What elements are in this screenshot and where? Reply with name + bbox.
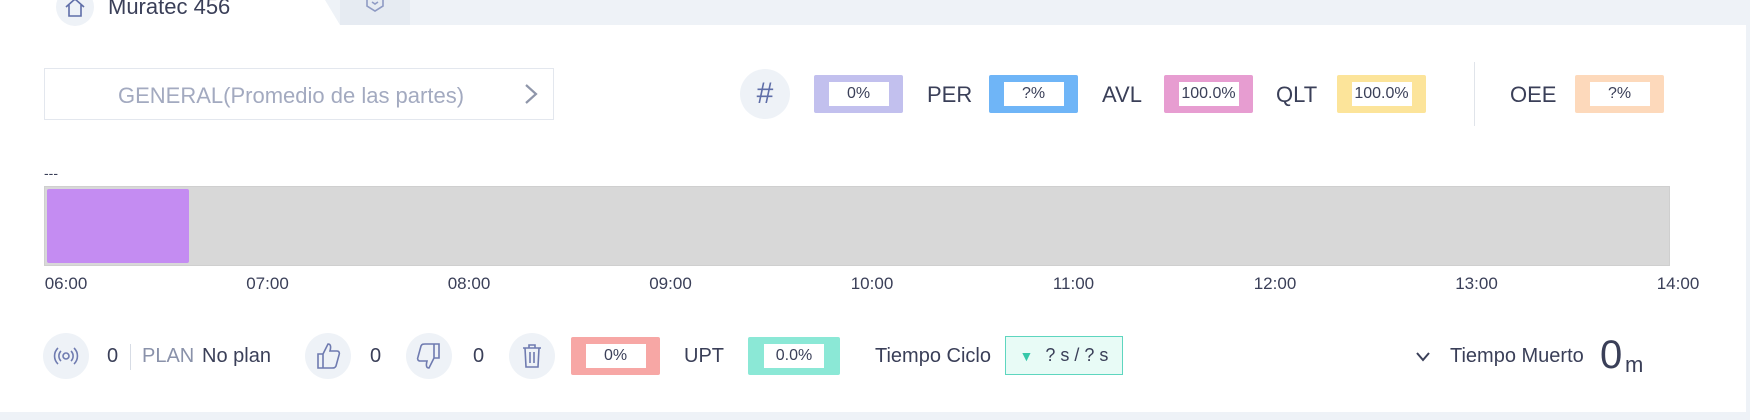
tab-machine-label: Muratec 456: [108, 0, 231, 19]
timeline-bar[interactable]: [44, 186, 1670, 266]
timeline-tick-label: 09:00: [649, 274, 692, 293]
timeline-segment[interactable]: [47, 189, 189, 263]
upt-kpi-value: 0.0%: [764, 344, 824, 368]
bad-count: 0: [473, 345, 485, 367]
hexagon-icon: [366, 0, 384, 12]
timeline-tick-label: 07:00: [246, 274, 289, 293]
dead-time-value: 0: [1600, 333, 1623, 377]
triangle-down-icon: ▼: [1019, 347, 1034, 364]
oee-kpi-box: ?%: [1575, 75, 1664, 113]
avl-kpi-box: 100.0%: [1164, 75, 1253, 113]
upt-kpi-box: 0.0%: [748, 337, 840, 375]
timeline-tick-label: 11:00: [1052, 274, 1095, 293]
per-kpi-value: ?%: [1003, 82, 1064, 106]
oee-kpi-value: ?%: [1589, 82, 1650, 106]
bottom-strip: [0, 412, 1750, 420]
count-kpi-box: 0%: [814, 75, 903, 113]
cycle-time-box[interactable]: ▼ ? s / ? s: [1005, 336, 1123, 375]
good-count: 0: [370, 345, 382, 367]
dead-time-unit: m: [1625, 352, 1644, 377]
timeline-tick-label: 12:00: [1253, 274, 1297, 293]
part-selector[interactable]: GENERAL(Promedio de las partes): [44, 68, 554, 120]
timeline-label: ---: [44, 165, 58, 181]
timeline-tick-label: 08:00: [447, 274, 491, 293]
timeline-tick-label: 14:00: [1656, 274, 1700, 293]
plan-separator: [130, 344, 131, 370]
tab-secondary[interactable]: [340, 0, 410, 25]
per-label: PER: [927, 82, 973, 107]
avl-kpi-value: 100.0%: [1178, 82, 1239, 106]
qlt-kpi-value: 100.0%: [1351, 82, 1412, 106]
chevron-down-icon[interactable]: [1414, 350, 1432, 369]
thumbs-up-icon[interactable]: [305, 333, 351, 379]
avl-label: AVL: [1102, 82, 1142, 107]
qlt-label: QLT: [1276, 82, 1318, 107]
plan-label: PLAN: [142, 345, 195, 367]
trash-icon[interactable]: [509, 333, 555, 379]
per-kpi-box: ?%: [989, 75, 1078, 113]
cycle-time-label: Tiempo Ciclo: [875, 345, 991, 367]
signal-icon[interactable]: [43, 333, 89, 379]
timeline-tick-label: 06:00: [44, 274, 88, 293]
count-kpi-value: 0%: [828, 82, 889, 106]
plan-value: No plan: [202, 345, 271, 367]
chevron-right-icon: [521, 82, 541, 111]
upt-label: UPT: [684, 345, 724, 367]
right-edge: [1746, 25, 1750, 412]
part-selector-label: GENERAL(Promedio de las partes): [118, 83, 465, 108]
dead-time-label: Tiempo Muerto: [1450, 345, 1584, 367]
signal-count: 0: [107, 345, 119, 367]
scrap-kpi-value: 0%: [585, 344, 646, 368]
timeline-tick-label: 10:00: [850, 274, 894, 293]
hash-icon[interactable]: #: [740, 69, 790, 119]
qlt-kpi-box: 100.0%: [1337, 75, 1426, 113]
oee-label: OEE: [1510, 82, 1557, 107]
kpi-divider: [1474, 62, 1475, 126]
scrap-kpi-box: 0%: [571, 337, 660, 375]
cycle-time-value: ? s / ? s: [1045, 345, 1109, 365]
timeline-tick-label: 13:00: [1455, 274, 1498, 293]
thumbs-down-icon[interactable]: [406, 333, 452, 379]
